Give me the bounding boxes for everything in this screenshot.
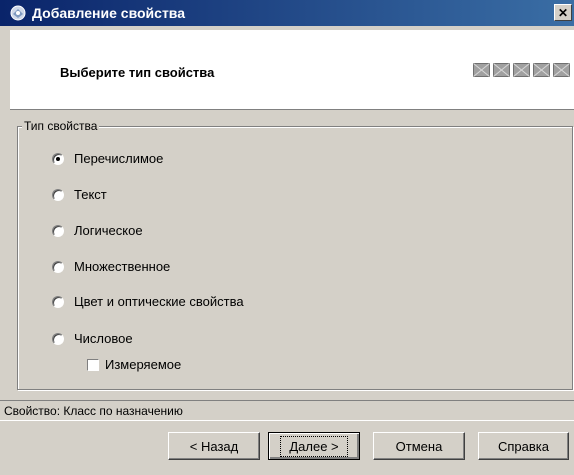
close-icon: ✕: [557, 5, 569, 20]
step-icon: [533, 63, 550, 77]
radio-color-optical[interactable]: Цвет и оптические свойства: [52, 294, 244, 309]
step-icon: [493, 63, 510, 77]
step-indicators: [473, 63, 570, 77]
checkbox-label: Измеряемое: [105, 357, 182, 372]
next-button[interactable]: Далее >: [268, 432, 360, 460]
help-button[interactable]: Справка: [478, 432, 569, 460]
window-title: Добавление свойства: [32, 5, 186, 21]
wizard-window: Добавление свойства ✕ Выберите тип свойс…: [0, 0, 574, 475]
status-text: Свойство: Класс по назначению: [4, 403, 183, 418]
close-button[interactable]: ✕: [554, 4, 572, 21]
radio-button[interactable]: [52, 332, 64, 345]
radio-button[interactable]: [52, 260, 64, 273]
radio-label: Цвет и оптические свойства: [74, 294, 244, 309]
radio-enumerable[interactable]: Перечислимое: [52, 151, 163, 166]
radio-button[interactable]: [52, 188, 64, 201]
step-icon: [553, 63, 570, 77]
wizard-header: Выберите тип свойства: [10, 30, 574, 110]
radio-label: Перечислимое: [74, 151, 164, 166]
measurable-checkbox[interactable]: [87, 358, 99, 371]
radio-button[interactable]: [52, 224, 64, 237]
radio-multiple[interactable]: Множественное: [52, 259, 170, 274]
group-legend: Тип свойства: [22, 119, 100, 133]
back-button[interactable]: < Назад: [168, 432, 260, 460]
app-icon: [10, 5, 26, 21]
radio-label: Текст: [74, 187, 107, 202]
page-heading: Выберите тип свойства: [60, 65, 215, 80]
radio-text[interactable]: Текст: [52, 187, 107, 202]
measurable-checkbox-row[interactable]: Измеряемое: [87, 357, 181, 372]
title-bar[interactable]: Добавление свойства ✕: [0, 0, 574, 26]
radio-label: Логическое: [74, 223, 143, 238]
radio-label: Множественное: [74, 259, 171, 274]
cancel-button[interactable]: Отмена: [373, 432, 465, 460]
step-icon: [473, 63, 490, 77]
status-bar: Свойство: Класс по назначению: [0, 400, 574, 421]
step-icon: [513, 63, 530, 77]
next-label: Далее >: [280, 435, 348, 457]
radio-button[interactable]: [52, 295, 64, 308]
radio-label: Числовое: [74, 331, 133, 346]
radio-numeric[interactable]: Числовое: [52, 331, 133, 346]
radio-button-checked[interactable]: [52, 152, 64, 165]
radio-logical[interactable]: Логическое: [52, 223, 143, 238]
